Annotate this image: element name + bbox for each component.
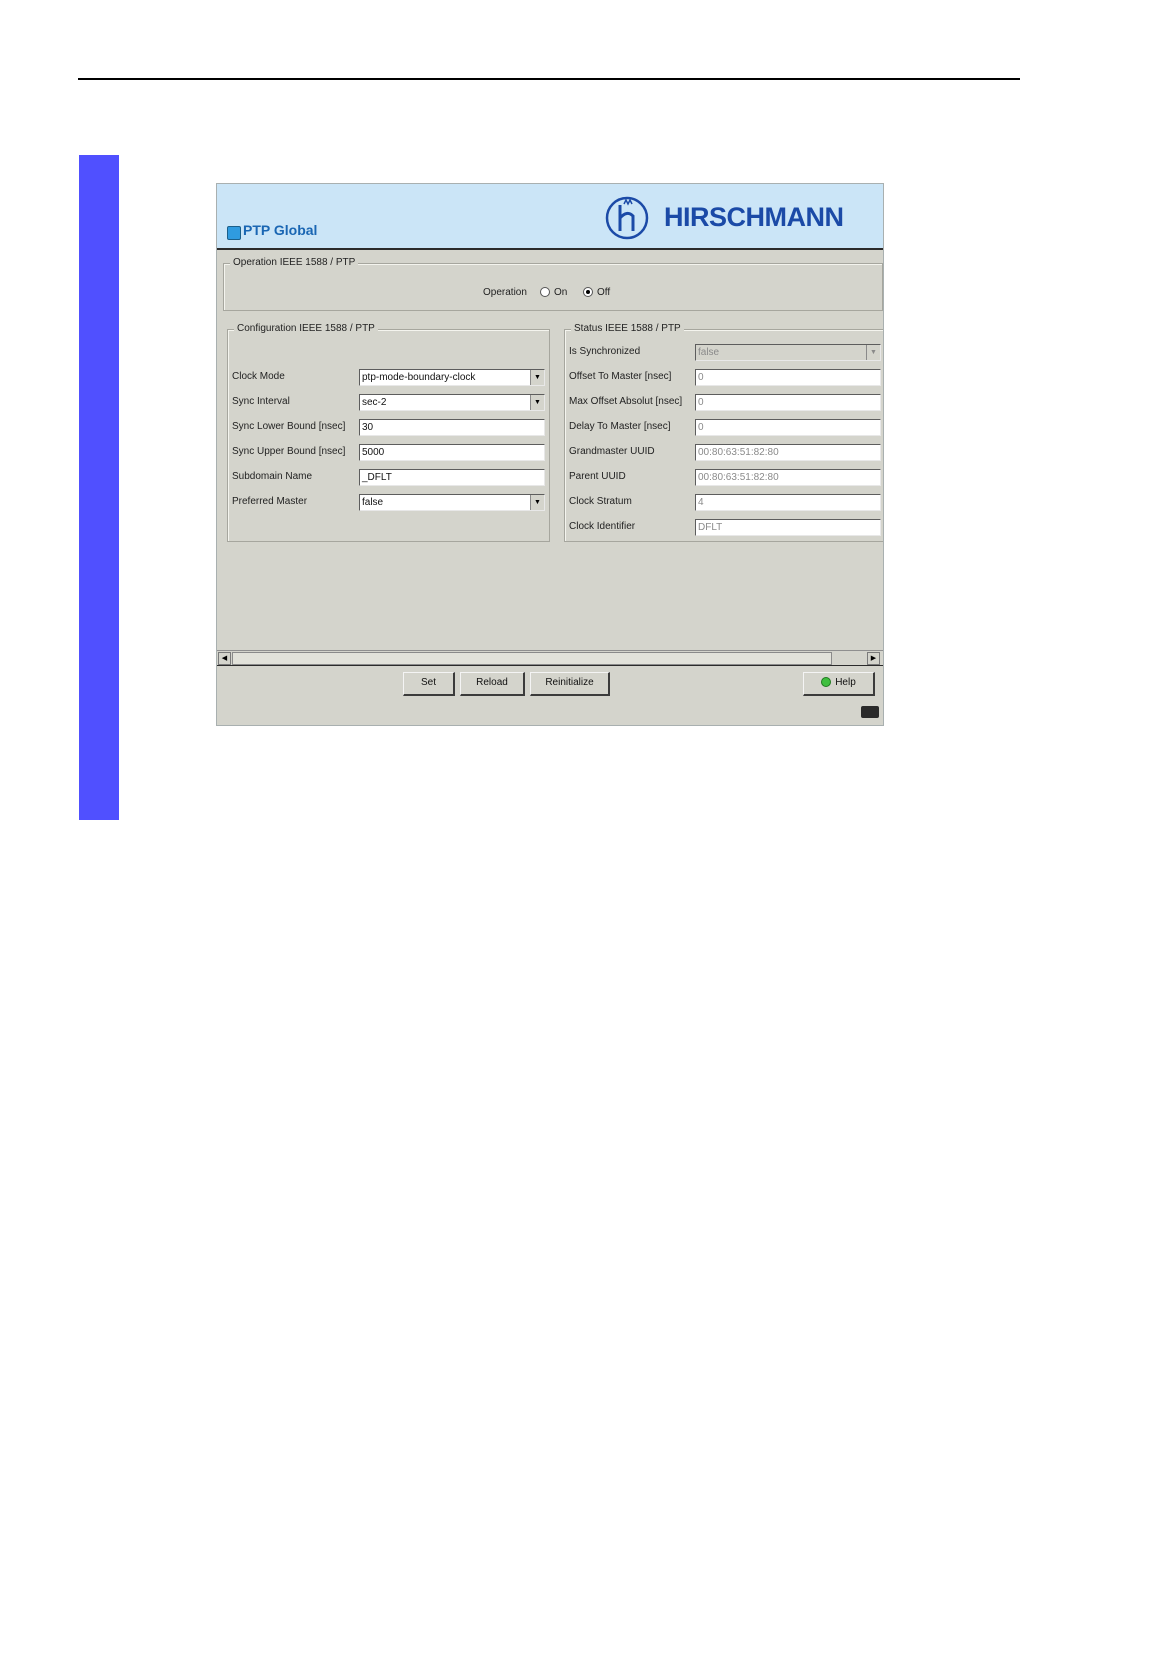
chevron-down-icon[interactable]: ▼ <box>530 370 544 385</box>
page-title: PTP Global <box>243 222 318 238</box>
clock-identifier-label: Clock Identifier <box>569 521 636 532</box>
brand-name: HIRSCHMANN <box>664 202 844 232</box>
clock-stratum-field: 4 <box>695 494 881 511</box>
sync-lower-input[interactable]: 30 <box>359 419 545 436</box>
ptp-global-icon <box>227 226 241 240</box>
operation-legend: Operation IEEE 1588 / PTP <box>230 257 359 268</box>
subdomain-input[interactable]: _DFLT <box>359 469 545 486</box>
reload-button[interactable]: Reload <box>460 672 525 696</box>
scroll-left-icon[interactable]: ◀ <box>218 652 231 665</box>
preferred-master-label: Preferred Master <box>232 496 308 507</box>
configuration-legend: Configuration IEEE 1588 / PTP <box>234 323 378 334</box>
radio-on[interactable] <box>540 287 550 297</box>
is-synchronized-label: Is Synchronized <box>569 346 641 357</box>
radio-on-label[interactable]: On <box>554 287 567 298</box>
scroll-thumb[interactable] <box>232 652 832 665</box>
scroll-right-icon[interactable]: ▶ <box>867 652 880 665</box>
chevron-down-icon[interactable]: ▼ <box>530 395 544 410</box>
status-legend: Status IEEE 1588 / PTP <box>571 323 684 334</box>
is-synchronized-value: false <box>698 347 720 358</box>
parent-uuid-label: Parent UUID <box>569 471 626 482</box>
sync-upper-label: Sync Upper Bound [nsec] <box>232 446 346 457</box>
radio-off-label[interactable]: Off <box>597 287 610 298</box>
clock-stratum-label: Clock Stratum <box>569 496 632 507</box>
sync-upper-input[interactable]: 5000 <box>359 444 545 461</box>
sync-interval-select[interactable]: sec-2 ▼ <box>359 394 545 411</box>
set-button[interactable]: Set <box>403 672 455 696</box>
max-offset-label: Max Offset Absolut [nsec] <box>569 396 683 407</box>
hirschmann-logo-icon <box>605 196 649 240</box>
delay-to-master-label: Delay To Master [nsec] <box>569 421 671 432</box>
subdomain-label: Subdomain Name <box>232 471 313 482</box>
sync-interval-value: sec-2 <box>362 397 387 408</box>
sync-lower-label: Sync Lower Bound [nsec] <box>232 421 346 432</box>
offset-to-master-label: Offset To Master [nsec] <box>569 371 672 382</box>
help-label: Help <box>835 677 856 688</box>
max-offset-field: 0 <box>695 394 881 411</box>
operation-label: Operation <box>483 287 527 298</box>
ptp-global-window: PTP Global HIRSCHMANN Operation IEEE 158… <box>216 183 884 726</box>
clock-identifier-field: DFLT <box>695 519 881 536</box>
chevron-down-icon[interactable]: ▼ <box>530 495 544 510</box>
grandmaster-uuid-field: 00:80:63:51:82:80 <box>695 444 881 461</box>
sync-interval-label: Sync Interval <box>232 396 290 407</box>
delay-to-master-field: 0 <box>695 419 881 436</box>
chevron-down-icon: ▼ <box>866 345 880 360</box>
connection-status-icon <box>861 706 879 718</box>
operation-group: Operation IEEE 1588 / PTP Operation On O… <box>223 257 883 311</box>
horizontal-scrollbar[interactable]: ◀ ▶ <box>217 650 883 666</box>
help-icon <box>821 677 832 687</box>
preferred-master-select[interactable]: false ▼ <box>359 494 545 511</box>
reinitialize-button[interactable]: Reinitialize <box>530 672 610 696</box>
parent-uuid-field: 00:80:63:51:82:80 <box>695 469 881 486</box>
clock-mode-label: Clock Mode <box>232 371 285 382</box>
is-synchronized-select: false ▼ <box>695 344 881 361</box>
help-button[interactable]: Help <box>803 672 875 696</box>
preferred-master-value: false <box>362 497 384 508</box>
window-header: PTP Global HIRSCHMANN <box>217 184 883 250</box>
grandmaster-uuid-label: Grandmaster UUID <box>569 446 655 457</box>
top-rule <box>78 78 1020 80</box>
radio-off[interactable] <box>583 287 593 297</box>
clock-mode-value: ptp-mode-boundary-clock <box>362 372 476 383</box>
offset-to-master-field: 0 <box>695 369 881 386</box>
side-bar <box>79 155 119 820</box>
clock-mode-select[interactable]: ptp-mode-boundary-clock ▼ <box>359 369 545 386</box>
